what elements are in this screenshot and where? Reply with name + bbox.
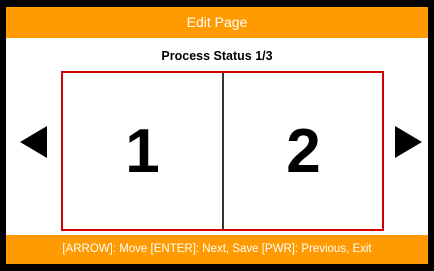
page-number-label: 2 [286, 116, 321, 186]
page-title: Edit Page [186, 14, 248, 30]
page-number-label: 1 [125, 116, 160, 186]
title-bar: Edit Page [6, 7, 428, 38]
page-layout-frame: 1 2 [61, 71, 384, 231]
footer-bar: [ARROW]: Move [ENTER]: Next, Save [PWR]:… [6, 235, 428, 264]
page-slot-2[interactable]: 2 [224, 73, 383, 229]
key-help-text: [ARROW]: Move [ENTER]: Next, Save [PWR]:… [62, 243, 372, 255]
device-screen: Edit Page Process Status 1/3 1 2 [ARROW]… [6, 7, 428, 264]
page-slot-1[interactable]: 1 [63, 73, 222, 229]
process-status-label: Process Status 1/3 [161, 49, 273, 63]
left-triangle-icon[interactable] [20, 126, 47, 158]
right-triangle-icon[interactable] [395, 126, 422, 158]
